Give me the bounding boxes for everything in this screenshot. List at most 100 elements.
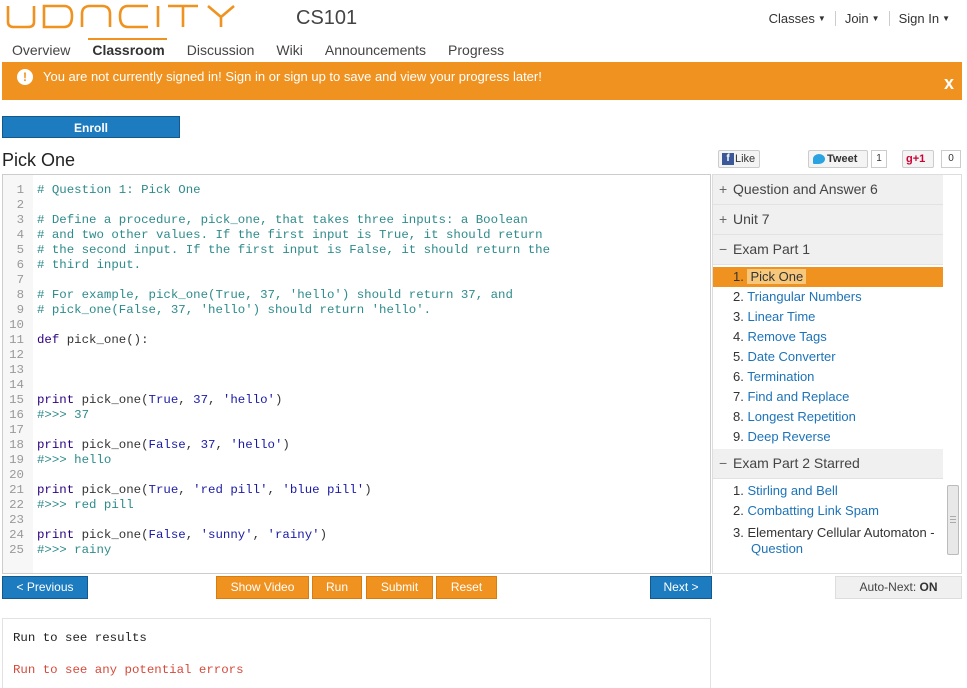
code-line[interactable]: 16 #>>> 37 [3, 408, 550, 423]
line-number: 4 [16, 228, 24, 242]
line-number: 16 [9, 408, 24, 422]
tab-overview[interactable]: Overview [0, 40, 80, 62]
code-line[interactable]: 25 #>>> rainy [3, 543, 550, 558]
code-line[interactable]: 17 [3, 423, 550, 438]
code-line[interactable]: 19 #>>> hello [3, 453, 550, 468]
show-video-button[interactable]: Show Video [216, 576, 309, 599]
tab-classroom[interactable]: Classroom [80, 38, 174, 62]
line-number: 22 [9, 498, 24, 512]
google-plus-button[interactable]: g+1 [902, 150, 934, 168]
code-line[interactable]: 1 # Question 1: Pick One [3, 183, 550, 198]
section-question-and-answer-6[interactable]: + Question and Answer 6 [713, 175, 943, 205]
tweet-button[interactable]: Tweet [808, 150, 868, 168]
code-text: # pick_one(False, 37, 'hello') should re… [37, 303, 432, 317]
line-number: 14 [9, 378, 24, 392]
item-sublabel: Question [751, 541, 804, 556]
list-item[interactable]: 4. Remove Tags [713, 327, 943, 347]
tab-progress[interactable]: Progress [436, 40, 514, 62]
list-item[interactable]: 6. Termination [713, 367, 943, 387]
lesson-sidebar: + Question and Answer 6 + Unit 7 − Exam Par… [712, 174, 962, 574]
code-line[interactable]: 12 [3, 348, 550, 363]
list-item[interactable]: 2. Triangular Numbers [713, 287, 943, 307]
reset-button[interactable]: Reset [436, 576, 497, 599]
code-text: def pick_one(): [37, 333, 149, 347]
code-line[interactable]: 5 # the second input. If the first input … [3, 243, 551, 258]
item-label: Deep Reverse [747, 429, 831, 444]
code-line[interactable]: 24 print pick_one(False, 'sunny', 'rainy'… [3, 528, 550, 543]
list-item[interactable]: 1. Stirling and Bell [713, 481, 943, 501]
code-editor[interactable]: 1 # Question 1: Pick One 2 3 # Define a proc… [2, 174, 711, 574]
list-item[interactable]: 7. Find and Replace [713, 387, 943, 407]
item-number: 8. [733, 409, 748, 424]
code-text: # and two other values. If the first inp… [37, 228, 543, 242]
run-button[interactable]: Run [312, 576, 362, 599]
sign-in-menu[interactable]: Sign In ▼ [888, 11, 959, 26]
facebook-like-button[interactable]: f Like [718, 150, 760, 168]
line-number: 24 [9, 528, 24, 542]
line-number: 20 [9, 468, 24, 482]
tab-discussion[interactable]: Discussion [175, 40, 265, 62]
code-line[interactable]: 4 # and two other values. If the first in… [3, 228, 550, 243]
list-item[interactable]: 2. Combatting Link Spam [713, 501, 943, 521]
errors-text: Run to see any potential errors [13, 663, 244, 677]
section-exam-part-2-starred[interactable]: − Exam Part 2 Starred [713, 449, 943, 479]
sign-in-alert: ! You are not currently signed in! Sign … [2, 62, 962, 100]
code-line[interactable]: 7 [3, 273, 550, 288]
enroll-button[interactable]: Enroll [2, 116, 180, 138]
code-line[interactable]: 21 print pick_one(True, 'red pill', 'blue… [3, 483, 550, 498]
code-line[interactable]: 11 def pick_one(): [3, 333, 550, 348]
code-text: # Question 1: Pick One [37, 183, 201, 197]
item-label: Linear Time [747, 309, 816, 324]
code-line[interactable]: 13 [3, 363, 550, 378]
item-number: 9. [733, 429, 748, 444]
previous-button[interactable]: < Previous [2, 576, 88, 599]
list-item[interactable]: 5. Date Converter [713, 347, 943, 367]
list-item[interactable]: 9. Deep Reverse [713, 427, 943, 447]
exam-part-2-list-extra: 3. Elementary Cellular Automaton - Questi… [713, 523, 961, 561]
section-unit-7[interactable]: + Unit 7 [713, 205, 943, 235]
tab-wiki[interactable]: Wiki [264, 40, 312, 62]
auto-next-label: Auto-Next: [859, 580, 917, 594]
section-exam-part-1[interactable]: − Exam Part 1 [713, 235, 943, 265]
code-line[interactable]: 22 #>>> red pill [3, 498, 550, 513]
code-line[interactable]: 2 [3, 198, 550, 213]
results-text: Run to see results [13, 631, 147, 645]
next-button[interactable]: Next > [650, 576, 712, 599]
code-content[interactable]: 1 # Question 1: Pick One 2 3 # Define a proc… [3, 183, 550, 558]
code-line[interactable]: 23 [3, 513, 550, 528]
code-line[interactable]: 14 [3, 378, 550, 393]
tab-announcements[interactable]: Announcements [313, 40, 436, 62]
page-title: Pick One [2, 150, 76, 170]
code-line[interactable]: 18 print pick_one(False, 37, 'hello') [3, 438, 550, 453]
classes-menu[interactable]: Classes ▼ [760, 11, 835, 26]
code-line[interactable]: 15 print pick_one(True, 37, 'hello') [3, 393, 550, 408]
code-line[interactable]: 10 [3, 318, 550, 333]
code-text: # the second input. If the first input i… [37, 243, 551, 257]
code-line[interactable]: 3 # Define a procedure, pick_one, that ta… [3, 213, 550, 228]
line-number: 7 [16, 273, 24, 287]
list-item[interactable]: 3. Elementary Cellular Automaton - Questi… [713, 523, 943, 559]
code-line[interactable]: 8 # For example, pick_one(True, 37, 'hell… [3, 288, 550, 303]
line-number: 12 [9, 348, 24, 362]
code-text: print pick_one(False, 37, 'hello') [37, 438, 290, 452]
list-item[interactable]: 3. Linear Time [713, 307, 943, 327]
chevron-down-icon: ▼ [942, 14, 950, 23]
line-number: 13 [9, 363, 24, 377]
code-line[interactable]: 9 # pick_one(False, 37, 'hello') should r… [3, 303, 550, 318]
line-number: 6 [16, 258, 24, 272]
submit-button[interactable]: Submit [366, 576, 433, 599]
sidebar-scrollbar[interactable] [947, 485, 959, 555]
join-menu[interactable]: Join ▼ [834, 11, 889, 26]
section-title: Exam Part 1 [733, 241, 811, 257]
list-item[interactable]: 1. Pick One [713, 267, 943, 287]
course-tabs: Overview Classroom Discussion Wiki Annou… [0, 38, 514, 62]
udacity-logo[interactable] [4, 4, 288, 30]
list-item[interactable]: 8. Longest Repetition [713, 407, 943, 427]
close-icon[interactable]: x [944, 73, 954, 94]
code-line[interactable]: 20 [3, 468, 550, 483]
code-line[interactable]: 6 # third input. [3, 258, 550, 273]
auto-next-toggle[interactable]: Auto-Next: ON [835, 576, 962, 599]
sign-in-label: Sign In [898, 11, 940, 26]
